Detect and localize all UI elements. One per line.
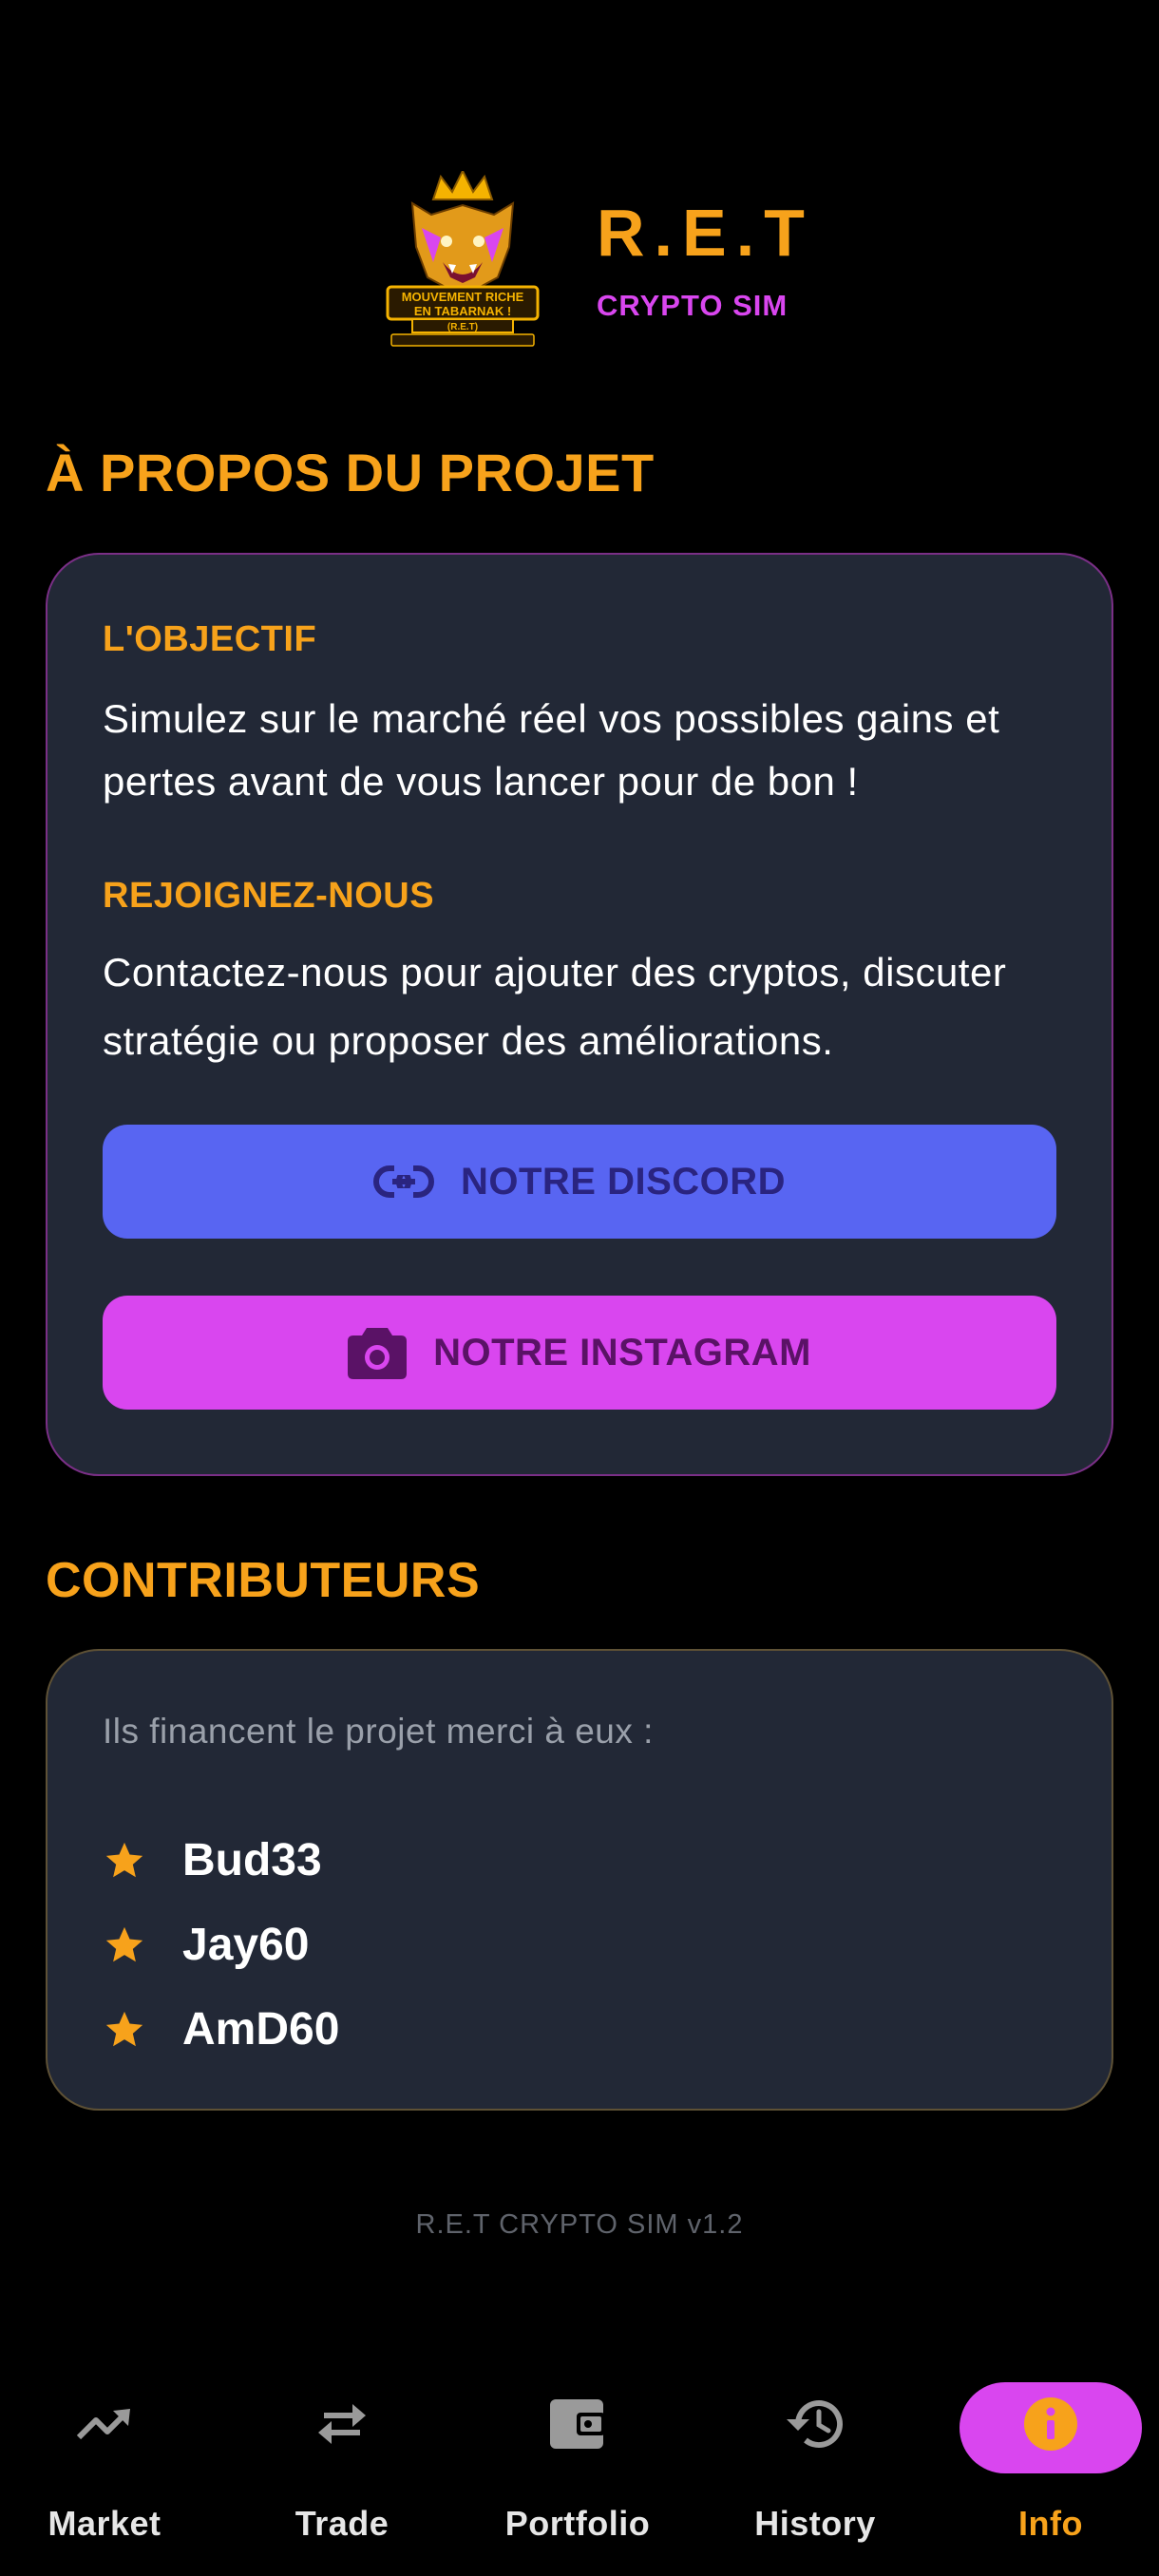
nav-label-market: Market xyxy=(48,2504,162,2543)
contributors-intro: Ils financent le projet merci à eux : xyxy=(103,1712,654,1751)
info-icon xyxy=(1013,2386,1089,2462)
bottom-navigation: Market Trade Portfolio History Info xyxy=(0,2365,1159,2576)
ret-logo: MOUVEMENT RICHE EN TABARNAK ! (R.E.T) xyxy=(386,171,540,347)
instagram-button[interactable]: NOTRE INSTAGRAM xyxy=(103,1296,1056,1410)
contributors-card: Ils financent le projet merci à eux : Bu… xyxy=(46,1649,1113,2111)
nav-item-info[interactable]: Info xyxy=(946,2365,1155,2546)
objective-label: L'OBJECTIF xyxy=(103,619,317,659)
nav-label-history: History xyxy=(754,2504,876,2543)
nav-item-history[interactable]: History xyxy=(711,2365,920,2546)
link-icon xyxy=(372,1165,434,1198)
discord-button-label: NOTRE DISCORD xyxy=(460,1160,787,1203)
version-text: R.E.T CRYPTO SIM v1.2 xyxy=(415,2209,744,2240)
contributors-section-title: CONTRIBUTEURS xyxy=(46,1553,481,1608)
list-item: Bud33 xyxy=(103,1818,339,1903)
nav-item-market[interactable]: Market xyxy=(0,2365,209,2546)
svg-text:(R.E.T): (R.E.T) xyxy=(447,322,478,332)
star-icon xyxy=(105,1842,143,1877)
instagram-button-label: NOTRE INSTAGRAM xyxy=(433,1331,811,1373)
app-title: R.E.T xyxy=(597,196,814,270)
list-item: Jay60 xyxy=(103,1903,339,1987)
discord-button[interactable]: NOTRE DISCORD xyxy=(103,1125,1056,1239)
about-card: L'OBJECTIF Simulez sur le marché réel vo… xyxy=(46,553,1113,1476)
objective-text: Simulez sur le marché réel vos possibles… xyxy=(103,696,1000,804)
svg-text:EN TABARNAK !: EN TABARNAK ! xyxy=(414,304,511,318)
contributor-name: Bud33 xyxy=(182,1835,322,1885)
star-icon xyxy=(105,1926,143,1961)
join-text: Contactez-nous pour ajouter des cryptos,… xyxy=(103,950,1007,1063)
svg-text:MOUVEMENT RICHE: MOUVEMENT RICHE xyxy=(402,290,524,304)
app-header: MOUVEMENT RICHE EN TABARNAK ! (R.E.T) R.… xyxy=(384,171,805,351)
history-icon xyxy=(777,2386,853,2462)
swap-arrows-icon xyxy=(304,2386,380,2462)
star-icon xyxy=(105,2011,143,2046)
contributor-name: Jay60 xyxy=(182,1920,310,1970)
nav-label-trade: Trade xyxy=(294,2504,390,2543)
nav-label-info: Info xyxy=(1018,2504,1083,2543)
list-item: AmD60 xyxy=(103,1987,339,2072)
contributor-name: AmD60 xyxy=(182,2004,340,2055)
join-label: REJOIGNEZ-NOUS xyxy=(103,876,435,916)
camera-icon xyxy=(348,1328,408,1379)
nav-item-trade[interactable]: Trade xyxy=(238,2365,446,2546)
contributors-list: Bud33 Jay60 AmD60 xyxy=(103,1818,339,2072)
nav-label-portfolio: Portfolio xyxy=(504,2504,651,2543)
nav-item-portfolio[interactable]: Portfolio xyxy=(473,2365,682,2546)
about-section-title: À PROPOS DU PROJET xyxy=(46,443,655,502)
app-subtitle: CRYPTO SIM xyxy=(597,289,788,322)
trending-up-icon xyxy=(66,2386,142,2462)
wallet-icon xyxy=(540,2386,616,2462)
